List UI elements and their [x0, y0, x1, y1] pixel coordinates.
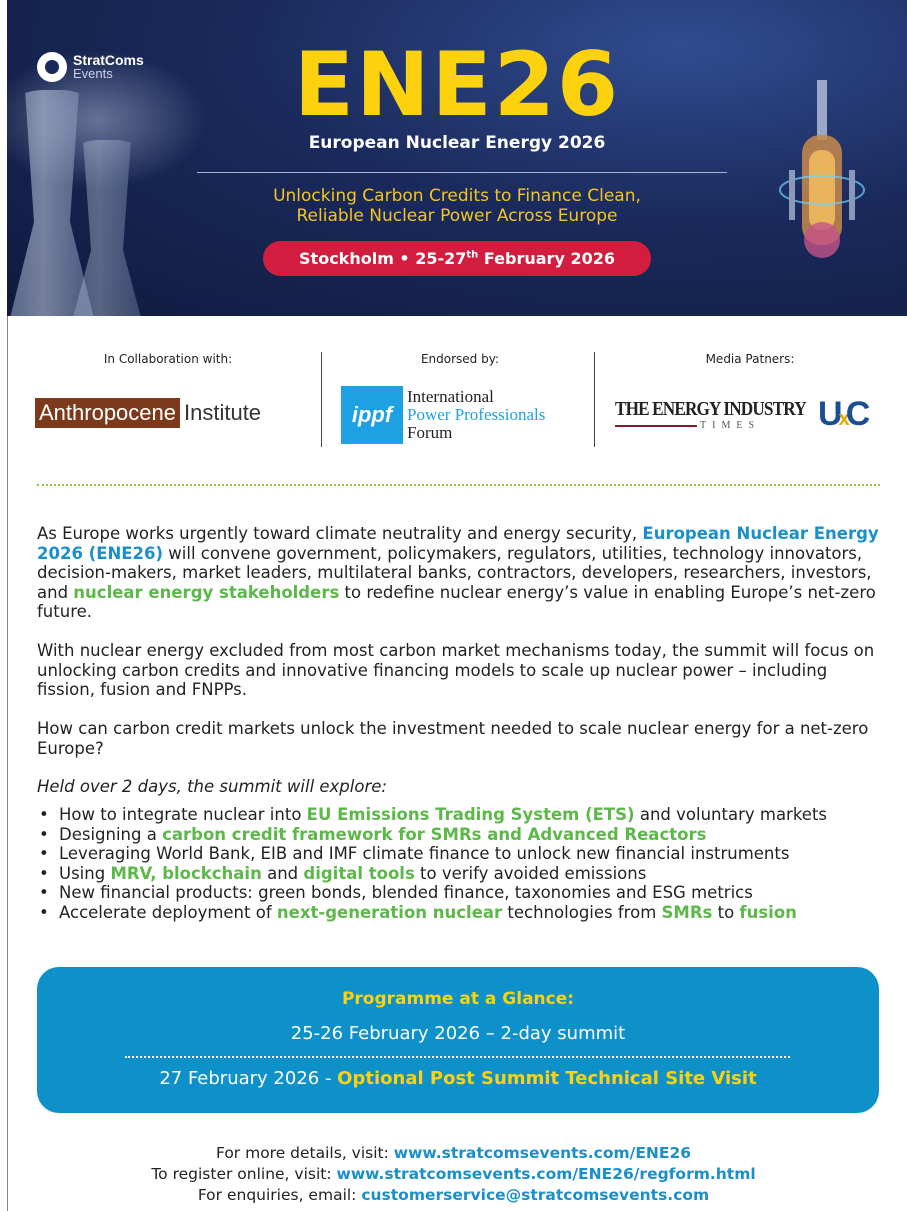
anthropocene-logo-text: Anthropocene [35, 398, 180, 428]
uxc-letter: x [838, 408, 850, 430]
highlight-stakeholders: nuclear energy stakeholders [73, 582, 340, 602]
list-item: Accelerate deployment of next-generation… [37, 903, 880, 923]
programme-heading: Programme at a Glance: [341, 989, 575, 1009]
ippf-logo-mark: ippf [341, 386, 403, 444]
highlight: carbon credit framework for SMRs and Adv… [162, 824, 707, 844]
text-span: For enquiries, email: [197, 1186, 362, 1204]
text-span: 27 February 2026 - [159, 1068, 338, 1089]
media-section: Media Patners: [620, 352, 880, 366]
text-span: to verify avoided emissions [414, 863, 647, 883]
location-date-badge: Stockholm • 25-27th February 2026 [263, 241, 651, 276]
text-span: and [261, 863, 304, 883]
institute-logo-text: Institute [184, 400, 262, 425]
register-link[interactable]: www.stratcomsevents.com/ENE26/regform.ht… [337, 1165, 756, 1183]
highlight: fusion [739, 902, 797, 922]
times-logo-text: TIMES [700, 420, 760, 431]
event-title: ENE26 [293, 33, 621, 136]
list-item: How to integrate nuclear into EU Emissio… [37, 805, 880, 825]
collaboration-section: In Collaboration with: [48, 352, 288, 366]
ippf-line: International [407, 387, 494, 406]
flyer-page: StratComs Events ENE26 European Nuclear … [0, 0, 907, 1211]
text-span: Designing a [59, 824, 163, 844]
page-border [7, 316, 8, 1211]
tagline-line: Reliable Nuclear Power Across Europe [296, 206, 618, 226]
ippf-logo: ippf International Power Professionals F… [341, 386, 545, 444]
hero-banner: StratComs Events ENE26 European Nuclear … [7, 0, 907, 316]
programme-line-2: 27 February 2026 - Optional Post Summit … [37, 1068, 879, 1089]
list-item: Using MRV, blockchain and digital tools … [37, 864, 880, 884]
partner-divider [594, 352, 595, 447]
uxc-logo: UxC [818, 395, 870, 434]
text-span: and voluntary markets [634, 805, 828, 824]
anthropocene-logo: Anthropocene Institute [35, 398, 265, 428]
ippf-line: Forum [407, 423, 453, 442]
paragraph-4: Held over 2 days, the summit will explor… [37, 777, 387, 796]
divider [197, 172, 727, 173]
ippf-line: Power Professionals [407, 405, 546, 424]
partner-divider [321, 352, 322, 447]
highlight: next-generation nuclear [276, 902, 503, 922]
endorsed-heading: Endorsed by: [420, 352, 500, 366]
text-span: As Europe works urgently toward climate … [37, 524, 643, 543]
event-subtitle: European Nuclear Energy 2026 [308, 133, 606, 153]
location-date-text: February 2026 [478, 249, 615, 268]
text-span: technologies from [502, 902, 662, 922]
highlight: SMRs [661, 902, 713, 922]
paragraph-1: As Europe works urgently toward climate … [37, 524, 880, 622]
uxc-letter: U [818, 395, 842, 433]
highlight: EU Emissions Trading System (ETS) [306, 805, 635, 824]
logo-rule [615, 425, 697, 427]
ordinal-suffix: th [466, 249, 479, 261]
text-span: Accelerate deployment of [59, 902, 277, 922]
details-link[interactable]: www.stratcomsevents.com/ENE26 [394, 1144, 691, 1162]
paragraph-3: How can carbon credit markets unlock the… [37, 719, 869, 758]
text-span: Using [59, 863, 111, 883]
details-line: For more details, visit: www.stratcomsev… [0, 1143, 907, 1164]
programme-line-1: 25-26 February 2026 – 2-day summit [290, 1023, 626, 1044]
list-item: Designing a carbon credit framework for … [37, 825, 880, 845]
dotted-divider [37, 484, 880, 486]
list-item: Leveraging World Bank, EIB and IMF clima… [37, 844, 880, 864]
endorsed-section: Endorsed by: [340, 352, 580, 366]
site-visit-highlight: Optional Post Summit Technical Site Visi… [337, 1068, 757, 1089]
energy-industry-times-logo: THE ENERGY INDUSTRY [615, 398, 807, 420]
media-heading: Media Patners: [705, 352, 795, 366]
programme-box: Programme at a Glance: 25-26 February 20… [37, 967, 879, 1113]
list-item: New financial products: green bonds, ble… [37, 883, 880, 903]
text-span: For more details, visit: [215, 1144, 394, 1162]
enquiries-line: For enquiries, email: customerservice@st… [0, 1185, 907, 1206]
text-span: To register online, visit: [151, 1165, 337, 1183]
tagline-line: Unlocking Carbon Credits to Finance Clea… [273, 186, 641, 206]
text-span: How to integrate nuclear into [59, 805, 307, 824]
topics-list: How to integrate nuclear into EU Emissio… [37, 805, 880, 922]
register-line: To register online, visit: www.stratcoms… [0, 1164, 907, 1185]
collab-heading: In Collaboration with: [103, 352, 233, 366]
paragraph-2: With nuclear energy excluded from most c… [37, 641, 875, 699]
text-span: to [712, 902, 740, 922]
event-tagline: Unlocking Carbon Credits to Finance Clea… [7, 186, 907, 226]
uxc-letter: C [845, 395, 870, 433]
highlight: MRV, blockchain [110, 863, 262, 883]
location-date-text: Stockholm • 25-27 [299, 249, 467, 268]
email-link[interactable]: customerservice@stratcomsevents.com [361, 1186, 709, 1204]
dotted-divider [125, 1056, 790, 1058]
contact-footer: For more details, visit: www.stratcomsev… [0, 1143, 907, 1206]
highlight: digital tools [303, 863, 415, 883]
